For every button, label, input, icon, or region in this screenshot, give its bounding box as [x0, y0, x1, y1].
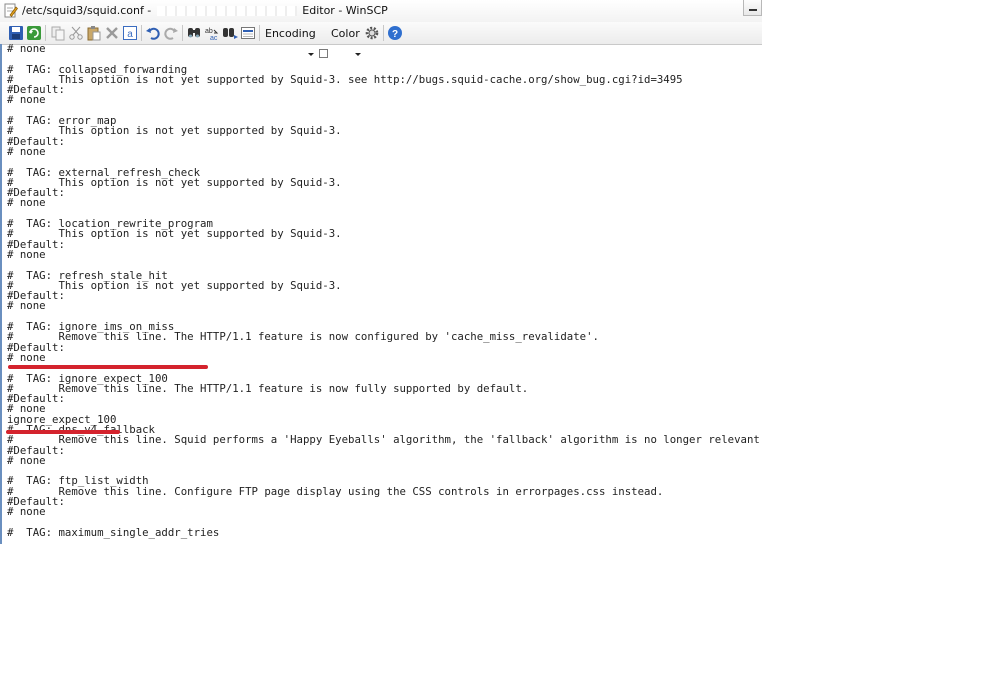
- redo-icon[interactable]: [163, 25, 179, 41]
- code-line[interactable]: # none: [7, 146, 762, 157]
- code-line[interactable]: #Default:: [7, 445, 762, 456]
- code-line[interactable]: #Default:: [7, 187, 762, 198]
- toolbar-separator: [141, 25, 142, 41]
- find-next-icon[interactable]: [222, 25, 238, 41]
- find-icon[interactable]: [186, 25, 202, 41]
- code-line[interactable]: # none: [7, 94, 762, 105]
- code-line[interactable]: # Remove this line. The HTTP/1.1 feature…: [7, 331, 762, 342]
- document-edit-icon: [4, 3, 18, 18]
- save-icon[interactable]: [8, 25, 24, 41]
- code-line[interactable]: # none: [7, 197, 762, 208]
- cut-icon[interactable]: [68, 25, 84, 41]
- code-line[interactable]: # Remove this line. Squid performs a 'Ha…: [7, 434, 762, 445]
- help-icon[interactable]: ?: [387, 25, 403, 41]
- code-line[interactable]: # This option is not yet supported by Sq…: [7, 74, 762, 85]
- goto-line-icon[interactable]: [240, 25, 256, 41]
- svg-text:a: a: [127, 29, 133, 40]
- title-bar[interactable]: /etc/squid3/squid.conf - Editor - WinSCP: [0, 0, 762, 23]
- toolbar-separator: [45, 25, 46, 41]
- window-title-suffix: Editor - WinSCP: [298, 4, 388, 17]
- toolbar-separator: [259, 25, 260, 41]
- code-line[interactable]: #Default:: [7, 496, 762, 507]
- code-line[interactable]: # This option is not yet supported by Sq…: [7, 177, 762, 188]
- code-line[interactable]: #Default:: [7, 342, 762, 353]
- code-line[interactable]: # Remove this line. The HTTP/1.1 feature…: [7, 383, 762, 394]
- code-line[interactable]: [7, 106, 762, 116]
- code-line[interactable]: # none: [7, 506, 762, 517]
- color-menu[interactable]: Color: [331, 27, 360, 40]
- code-line[interactable]: # This option is not yet supported by Sq…: [7, 280, 762, 291]
- delete-icon[interactable]: [104, 25, 120, 41]
- code-line[interactable]: # none: [7, 352, 762, 363]
- editor-toolbar: a ab ac Encoding Color ?: [0, 22, 762, 58]
- code-line[interactable]: # This option is not yet supported by Sq…: [7, 125, 762, 136]
- editor-window: /etc/squid3/squid.conf - Editor - WinSCP…: [0, 0, 762, 544]
- file-content[interactable]: # none # TAG: collapsed_forwarding # This…: [7, 44, 762, 538]
- code-line[interactable]: # none: [7, 249, 762, 260]
- replace-icon[interactable]: ab ac: [204, 25, 220, 41]
- code-line[interactable]: #Default:: [7, 290, 762, 301]
- toolbar-separator: [182, 25, 183, 41]
- code-line[interactable]: # Remove this line. Configure FTP page d…: [7, 486, 762, 497]
- code-line[interactable]: # none: [7, 300, 762, 311]
- code-line[interactable]: # TAG: maximum_single_addr_tries: [7, 527, 762, 538]
- code-line[interactable]: # This option is not yet supported by Sq…: [7, 228, 762, 239]
- redacted-host: [156, 6, 297, 16]
- minimize-button[interactable]: [743, 0, 762, 16]
- paste-icon[interactable]: [86, 25, 102, 41]
- undo-icon[interactable]: [145, 25, 161, 41]
- code-line[interactable]: # none: [7, 403, 762, 414]
- svg-text:ac: ac: [210, 35, 218, 41]
- code-line[interactable]: #Default:: [7, 84, 762, 95]
- code-line[interactable]: # none: [7, 455, 762, 466]
- window-title: /etc/squid3/squid.conf - Editor - WinSCP: [22, 4, 388, 17]
- annotation-underline: [6, 430, 120, 434]
- copy-icon[interactable]: [50, 25, 66, 41]
- annotation-underline: [8, 365, 208, 369]
- svg-text:ab: ab: [205, 28, 213, 35]
- encoding-menu[interactable]: Encoding: [265, 27, 316, 40]
- text-editor[interactable]: # none # TAG: collapsed_forwarding # This…: [0, 44, 762, 544]
- select-all-icon[interactable]: a: [122, 25, 138, 41]
- reload-icon[interactable]: [26, 25, 42, 41]
- code-line[interactable]: #Default:: [7, 136, 762, 147]
- toolbar-separator: [383, 25, 384, 41]
- gear-icon[interactable]: [364, 25, 380, 41]
- code-line[interactable]: # none: [7, 44, 762, 54]
- svg-text:?: ?: [392, 29, 398, 40]
- code-line[interactable]: #Default:: [7, 393, 762, 404]
- code-line[interactable]: #Default:: [7, 239, 762, 250]
- window-title-prefix: /etc/squid3/squid.conf -: [22, 4, 155, 17]
